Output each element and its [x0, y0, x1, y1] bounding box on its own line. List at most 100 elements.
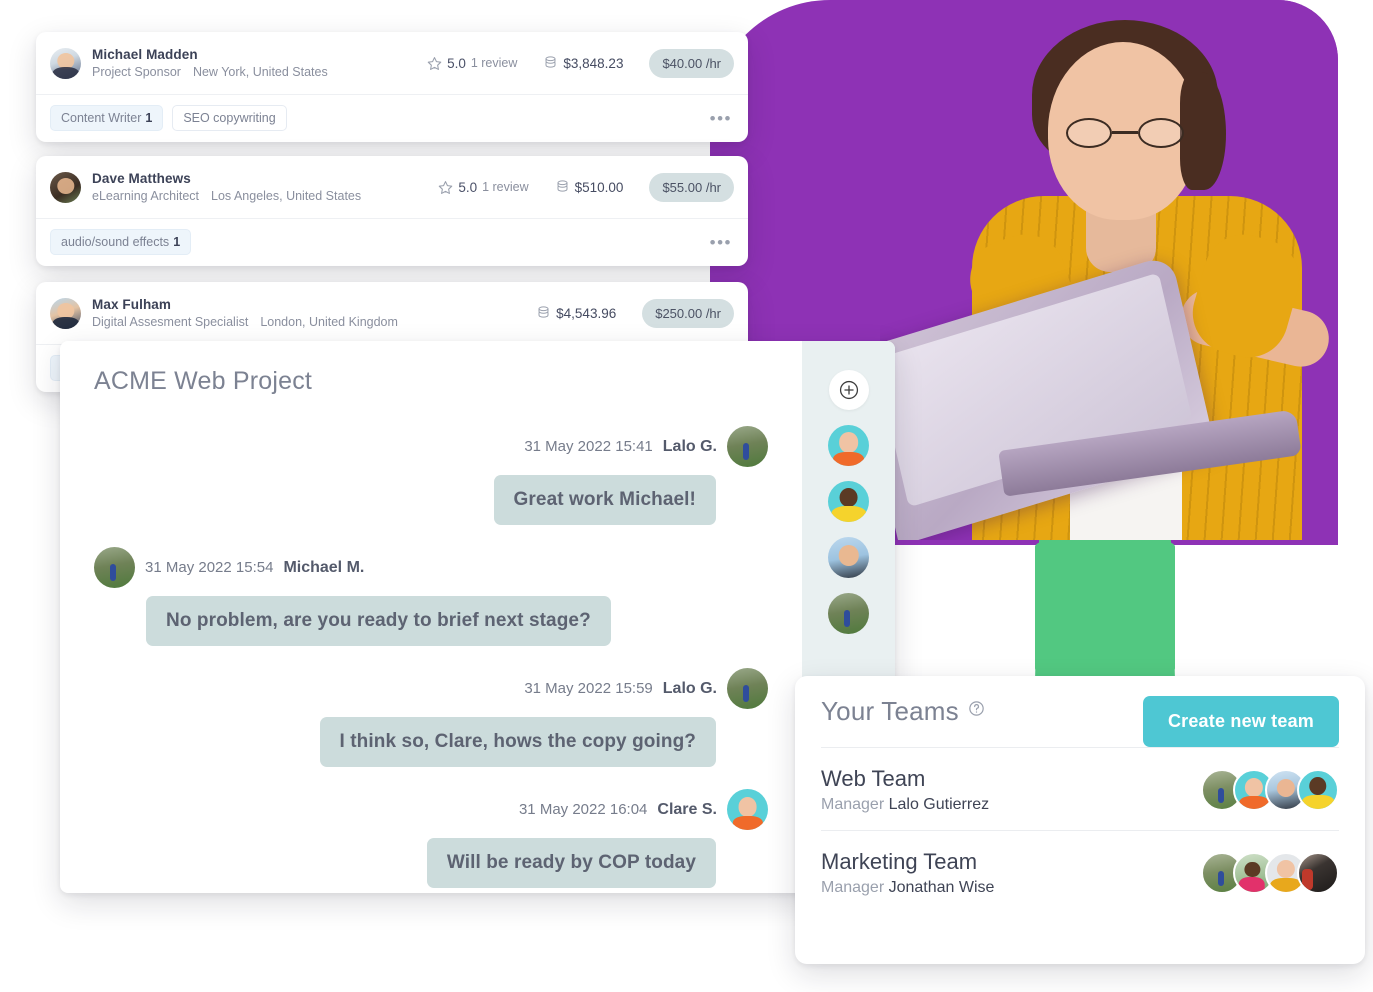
earnings-stat: $3,848.23: [543, 55, 623, 71]
chat-message-timestamp: 31 May 2022 16:04: [518, 801, 648, 818]
avatar-face: [56, 178, 75, 195]
freelancer-stats: 5.0 1 review $3,848.23 $40.00 /hr: [427, 48, 734, 78]
skill-tag-label: audio/sound effects: [61, 235, 170, 249]
freelancer-meta: Digital Assesment Specialist London, Uni…: [92, 315, 398, 329]
freelancer-card[interactable]: Michael Madden Project Sponsor New York,…: [36, 32, 748, 142]
freelancer-tags-row: Content Writer 1 SEO copywriting •••: [36, 95, 748, 141]
chat-message-text: I think so, Clare, hows the copy going?: [319, 717, 716, 767]
chat-message-author: Lalo G.: [662, 437, 717, 455]
chat-message: 31 May 2022 15:54 Michael M. No problem,…: [94, 547, 768, 646]
manager-name: Lalo Gutierrez: [888, 796, 990, 813]
chat-bubble-row: Will be ready by COP today: [94, 830, 768, 888]
freelancer-identity: Michael Madden Project Sponsor New York,…: [92, 47, 328, 79]
team-manager: Manager Lalo Gutierrez: [821, 796, 989, 814]
avatar: [50, 47, 81, 79]
reviews-count: 1 review: [482, 180, 529, 194]
avatar: [727, 789, 768, 830]
manager-label: Manager: [821, 879, 885, 896]
freelancer-location: Los Angeles, United States: [211, 188, 362, 203]
team-row[interactable]: Web Team Manager Lalo Gutierrez: [821, 747, 1339, 830]
avatar[interactable]: [828, 481, 869, 522]
freelancer-location: London, United Kingdom: [260, 314, 398, 329]
rating-value: 5.0: [447, 55, 466, 71]
avatar[interactable]: [1297, 769, 1339, 811]
skill-tag[interactable]: audio/sound effects 1: [50, 229, 192, 255]
rating-value: 5.0: [458, 179, 478, 195]
team-member-avatars: [1201, 852, 1339, 894]
question-mark-circle-icon[interactable]: [968, 700, 985, 722]
avatar[interactable]: [828, 537, 869, 578]
chat-message: 31 May 2022 15:59 Lalo G. I think so, Cl…: [94, 668, 768, 767]
earnings-value: $4,543.96: [556, 305, 617, 321]
chat-message-header: 31 May 2022 15:41 Lalo G.: [94, 426, 768, 467]
page-title: ACME Web Project: [94, 367, 313, 395]
freelancer-identity: Max Fulham Digital Assesment Specialist …: [92, 297, 398, 329]
chat-message-text: Will be ready by COP today: [426, 838, 716, 888]
green-background-shape: [1035, 535, 1175, 680]
card-more-options-button[interactable]: •••: [708, 230, 734, 255]
freelancer-meta: eLearning Architect Los Angeles, United …: [92, 189, 361, 203]
team-name: Web Team: [821, 766, 926, 791]
freelancer-name: Max Fulham: [92, 297, 172, 313]
manager-label: Manager: [821, 796, 885, 813]
team-manager: Manager Jonathan Wise: [821, 879, 994, 897]
team-info: Marketing Team Manager Jonathan Wise: [821, 849, 994, 897]
panel-title: Your Teams: [821, 696, 959, 726]
earnings-stat: $4,543.96: [536, 305, 616, 321]
help-glyph: [969, 701, 984, 716]
avatar-body: [51, 67, 80, 79]
star-icon: [427, 56, 442, 70]
avatar[interactable]: [828, 425, 869, 466]
chat-message-text: Great work Michael!: [493, 475, 716, 525]
chat-message-header: 31 May 2022 16:04 Clare S.: [94, 789, 768, 830]
avatar[interactable]: [1297, 852, 1339, 894]
skill-tag[interactable]: Content Writer 1: [50, 105, 164, 131]
chat-bubble-row: Great work Michael!: [94, 467, 768, 525]
earnings-value: $3,848.23: [563, 55, 624, 71]
project-chat-panel: ACME Web Project 31 May 2022 15:41 Lalo …: [60, 341, 895, 893]
avatar: [50, 171, 81, 203]
avatar-body: [51, 317, 80, 329]
glasses-lens-left: [1066, 118, 1112, 148]
manager-name: Jonathan Wise: [888, 879, 995, 896]
freelancer-location: New York, United States: [192, 64, 328, 79]
reviews-count: 1 review: [470, 56, 518, 70]
collage-stage: Michael Madden Project Sponsor New York,…: [0, 0, 1373, 992]
avatar[interactable]: [828, 593, 869, 634]
chat-bubble-row: No problem, are you ready to brief next …: [94, 588, 768, 646]
chat-message-timestamp: 31 May 2022 15:41: [524, 438, 653, 455]
card-more-options-button[interactable]: •••: [708, 106, 734, 131]
skill-tag-count: 1: [173, 235, 181, 249]
avatar: [50, 297, 81, 329]
freelancer-card-header: Michael Madden Project Sponsor New York,…: [36, 32, 748, 95]
team-row[interactable]: Marketing Team Manager Jonathan Wise: [821, 830, 1339, 913]
earnings-stat: $510.00: [555, 179, 623, 195]
hourly-rate-badge: $250.00 /hr: [642, 298, 734, 328]
freelancer-identity: Dave Matthews eLearning Architect Los An…: [92, 171, 361, 203]
team-name: Marketing Team: [821, 849, 978, 874]
teams-panel-header: Your Teams Create new team: [821, 696, 1339, 747]
team-member-avatars: [1201, 769, 1339, 811]
create-new-team-button[interactable]: Create new team: [1142, 696, 1339, 747]
chat-message-list: 31 May 2022 15:41 Lalo G. Great work Mic…: [94, 426, 768, 888]
coins-icon: [557, 180, 568, 192]
freelancer-card[interactable]: Dave Matthews eLearning Architect Los An…: [36, 156, 748, 266]
chat-main-column: ACME Web Project 31 May 2022 15:41 Lalo …: [60, 341, 802, 893]
freelancer-tags-row: audio/sound effects 1 •••: [36, 219, 748, 265]
glasses-lens-right: [1138, 118, 1184, 148]
photo-hair-side: [1180, 72, 1226, 190]
rating-stat: 5.0 1 review: [438, 179, 529, 195]
freelancer-card-header: Max Fulham Digital Assesment Specialist …: [36, 282, 748, 345]
add-member-button[interactable]: [828, 370, 869, 410]
chat-message-header: 31 May 2022 15:54 Michael M.: [94, 547, 768, 588]
chat-message-timestamp: 31 May 2022 15:59: [524, 680, 653, 697]
freelancer-card-header: Dave Matthews eLearning Architect Los An…: [36, 156, 748, 219]
hero-photo: [880, 0, 1338, 540]
chat-message-timestamp: 31 May 2022 15:54: [145, 559, 274, 576]
photo-glasses: [1066, 118, 1184, 148]
star-icon: [439, 180, 453, 194]
freelancer-stats: 5.0 1 review $510.00 $55.00 /hr: [438, 172, 734, 202]
skill-tag[interactable]: SEO copywriting: [172, 105, 287, 131]
freelancer-role: Digital Assesment Specialist: [92, 314, 249, 329]
chat-message-author: Michael M.: [283, 558, 365, 576]
